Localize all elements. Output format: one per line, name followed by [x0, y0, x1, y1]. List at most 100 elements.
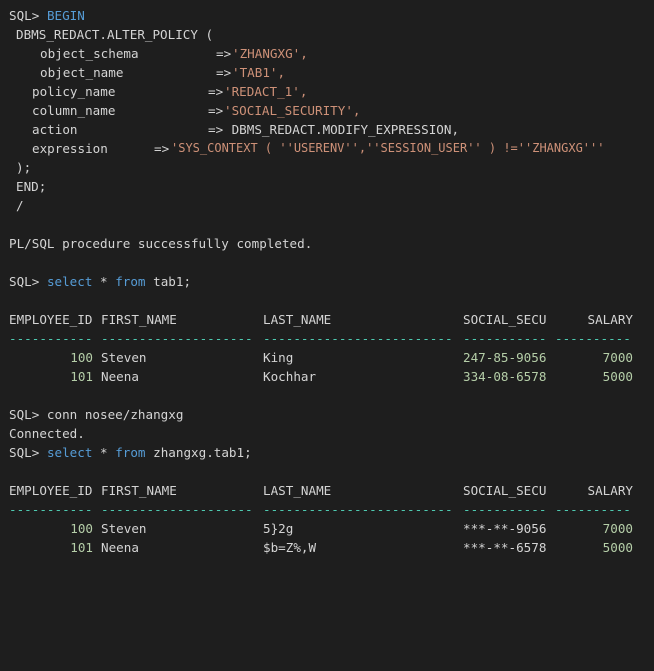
column-header-row: EMPLOYEE_ID FIRST_NAME LAST_NAME SOCIAL_…: [9, 481, 654, 500]
procedure-call: DBMS_REDACT.ALTER_POLICY (: [16, 27, 214, 42]
col-employee-id: EMPLOYEE_ID: [9, 312, 93, 327]
star: *: [92, 274, 116, 289]
table-row: 100 Steven King 247-85-9056 7000: [9, 348, 654, 367]
param-value: 'SYS_CONTEXT ( ''USERENV'',''SESSION_USE…: [171, 141, 605, 155]
from-keyword: from: [115, 445, 146, 460]
separator: --------------------: [101, 502, 253, 517]
slash: /: [16, 198, 24, 213]
cell-salary: 7000: [602, 521, 633, 536]
separator-row: ----------- -------------------- -------…: [9, 500, 654, 519]
param-name: action: [32, 122, 78, 137]
col-salary: SALARY: [587, 483, 634, 498]
sql-prompt: SQL>: [9, 407, 40, 422]
separator: --------------------: [101, 331, 253, 346]
col-social-secu: SOCIAL_SECU: [463, 483, 547, 498]
line-close: );: [9, 158, 654, 177]
line-begin: SQL> BEGIN: [9, 6, 654, 25]
separator: -----------: [9, 502, 93, 517]
cell-social-secu: ***-**-6578: [463, 540, 547, 555]
table-name: zhangxg.tab1;: [145, 445, 252, 460]
cell-last-name: $b=Z%,W: [263, 540, 317, 555]
param-line: object_name => 'TAB1',: [9, 63, 654, 82]
select-keyword: select: [46, 445, 93, 460]
param-name: object_name: [40, 65, 124, 80]
cell-social-secu: 334-08-6578: [463, 369, 547, 384]
cell-first-name: Neena: [101, 369, 139, 384]
table-row: 101 Neena $b=Z%,W ***-**-6578 5000: [9, 538, 654, 557]
param-value: 'SOCIAL_SECURITY',: [224, 103, 361, 118]
star: *: [92, 445, 116, 460]
col-salary: SALARY: [587, 312, 634, 327]
separator: -----------: [463, 502, 547, 517]
cell-last-name: 5}2g: [263, 521, 294, 536]
param-value: 'REDACT_1',: [224, 84, 308, 99]
param-arrow: =>: [216, 46, 232, 61]
col-last-name: LAST_NAME: [263, 483, 332, 498]
cell-social-secu: ***-**-9056: [463, 521, 547, 536]
select-keyword: select: [46, 274, 93, 289]
terminal-window[interactable]: SQL> BEGIN DBMS_REDACT.ALTER_POLICY ( ob…: [0, 0, 654, 566]
line-slash: /: [9, 196, 654, 215]
cell-employee-id: 101: [70, 540, 93, 555]
from-keyword: from: [115, 274, 146, 289]
conn-line: SQL> conn nosee/zhangxg: [9, 405, 654, 424]
cell-last-name: Kochhar: [263, 369, 317, 384]
connected-message: Connected.: [9, 426, 85, 441]
col-first-name: FIRST_NAME: [101, 483, 177, 498]
sql-prompt: SQL>: [9, 445, 40, 460]
column-header-row: EMPLOYEE_ID FIRST_NAME LAST_NAME SOCIAL_…: [9, 310, 654, 329]
param-line: expression => 'SYS_CONTEXT ( ''USERENV''…: [9, 139, 654, 158]
cell-first-name: Steven: [101, 521, 147, 536]
cell-salary: 5000: [602, 369, 633, 384]
cell-last-name: King: [263, 350, 294, 365]
success-message: PL/SQL procedure successfully completed.: [9, 236, 313, 251]
sql-prompt: SQL>: [9, 8, 40, 23]
cell-first-name: Steven: [101, 350, 147, 365]
col-social-secu: SOCIAL_SECU: [463, 312, 547, 327]
close-paren: );: [16, 160, 32, 175]
table-row: 101 Neena Kochhar 334-08-6578 5000: [9, 367, 654, 386]
param-name: expression: [32, 141, 108, 156]
cell-first-name: Neena: [101, 540, 139, 555]
cell-social-secu: 247-85-9056: [463, 350, 547, 365]
param-value: DBMS_REDACT.MODIFY_EXPRESSION,: [224, 122, 460, 137]
param-name: column_name: [32, 103, 116, 118]
line-end: END;: [9, 177, 654, 196]
param-arrow: =>: [208, 84, 224, 99]
separator: -------------------------: [263, 331, 453, 346]
sql-prompt: SQL>: [9, 274, 40, 289]
separator: -----------: [9, 331, 93, 346]
cell-employee-id: 100: [70, 521, 93, 536]
param-line: action => DBMS_REDACT.MODIFY_EXPRESSION,: [9, 120, 654, 139]
separator: ----------: [555, 331, 631, 346]
param-arrow: =>: [216, 65, 232, 80]
param-arrow: =>: [154, 141, 170, 156]
param-name: policy_name: [32, 84, 116, 99]
cell-employee-id: 101: [70, 369, 93, 384]
separator: ----------: [555, 502, 631, 517]
query-line: SQL> select * from tab1;: [9, 272, 654, 291]
col-first-name: FIRST_NAME: [101, 312, 177, 327]
cell-salary: 7000: [602, 350, 633, 365]
separator: -----------: [463, 331, 547, 346]
param-line: column_name => 'SOCIAL_SECURITY',: [9, 101, 654, 120]
table-row: 100 Steven 5}2g ***-**-9056 7000: [9, 519, 654, 538]
cell-salary: 5000: [602, 540, 633, 555]
cell-employee-id: 100: [70, 350, 93, 365]
param-value: 'TAB1',: [232, 65, 286, 80]
col-last-name: LAST_NAME: [263, 312, 332, 327]
line-call: DBMS_REDACT.ALTER_POLICY (: [9, 25, 654, 44]
param-arrow: =>: [208, 122, 224, 137]
query-line: SQL> select * from zhangxg.tab1;: [9, 443, 654, 462]
conn-command: conn nosee/zhangxg: [39, 407, 184, 422]
table-name: tab1;: [145, 274, 192, 289]
begin-keyword: BEGIN: [46, 8, 85, 23]
param-line: object_schema => 'ZHANGXG',: [9, 44, 654, 63]
param-line: policy_name => 'REDACT_1',: [9, 82, 654, 101]
separator: -------------------------: [263, 502, 453, 517]
param-arrow: =>: [208, 103, 224, 118]
separator-row: ----------- -------------------- -------…: [9, 329, 654, 348]
col-employee-id: EMPLOYEE_ID: [9, 483, 93, 498]
param-name: object_schema: [40, 46, 139, 61]
param-value: 'ZHANGXG',: [232, 46, 308, 61]
